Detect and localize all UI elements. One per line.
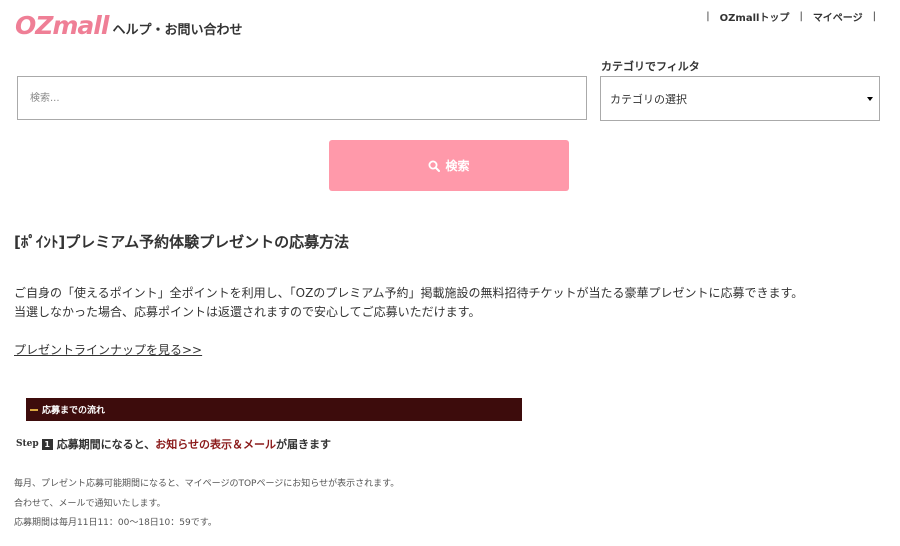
category-select[interactable]: カテゴリの選択	[600, 76, 880, 121]
dropdown-caret-icon	[867, 96, 873, 101]
ozmall-logo: OZmall	[15, 11, 109, 40]
step-highlight: お知らせの表示＆メール	[155, 438, 277, 451]
step-text-before: 応募期間になると、	[56, 438, 156, 451]
step-notes: 毎月、プレゼント応募可能期間になると、マイページのTOPページにお知らせが表示さ…	[14, 475, 399, 534]
category-selected-value: カテゴリの選択	[610, 92, 687, 106]
mypage-link[interactable]: マイページ	[813, 9, 863, 24]
article-title: [ﾎﾟｲﾝﾄ]プレミアム予約体験プレゼントの応募方法	[14, 233, 350, 251]
category-filter-label: カテゴリでフィルタ	[601, 60, 700, 73]
step-text: 応募期間になると、お知らせの表示＆メールが届きます	[57, 436, 331, 452]
top-nav: | OZmallトップ | マイページ |	[696, 9, 886, 24]
help-subtitle: ヘルプ・お問い合わせ	[112, 23, 243, 38]
nav-separator: |	[706, 11, 710, 22]
search-input[interactable]	[17, 76, 587, 120]
article-paragraph: ご自身の「使えるポイント」全ポイントを利用し、「OZのプレミアム予約」掲載施設の…	[14, 284, 803, 322]
heading-dash-icon	[30, 408, 38, 411]
search-button-label: 検索	[445, 159, 470, 173]
nav-separator: |	[872, 11, 876, 22]
note-line: 毎月、プレゼント応募可能期間になると、マイページのTOPページにお知らせが表示さ…	[14, 479, 400, 489]
nav-separator: |	[799, 11, 803, 22]
flow-heading: 応募までの流れ	[42, 406, 106, 416]
search-button[interactable]: 検索	[329, 140, 569, 191]
ozmall-top-link[interactable]: OZmallトップ	[720, 9, 790, 24]
step-text-after: が届きます	[276, 438, 332, 451]
site-logo[interactable]: OZmall ヘルプ・お問い合わせ	[15, 11, 242, 40]
paragraph-line: ご自身の「使えるポイント」全ポイントを利用し、「OZのプレミアム予約」掲載施設の…	[14, 286, 804, 300]
flow-heading-bar: 応募までの流れ	[26, 398, 522, 421]
present-lineup-link[interactable]: プレゼントラインナップを見る>>	[14, 341, 202, 358]
note-line: 応募期間は毎月11日11：00〜18日10：59です。	[14, 518, 217, 528]
search-icon	[428, 160, 441, 172]
step-word: Step	[16, 439, 39, 449]
note-line: 合わせて、メールで通知いたします。	[14, 498, 166, 509]
paragraph-line: 当選しなかった場合、応募ポイントは返還されますので安心してご応募いただけます。	[14, 305, 481, 319]
step-number-badge: 1	[41, 438, 53, 450]
step-1: Step 1 応募期間になると、お知らせの表示＆メールが届きます	[16, 436, 331, 452]
